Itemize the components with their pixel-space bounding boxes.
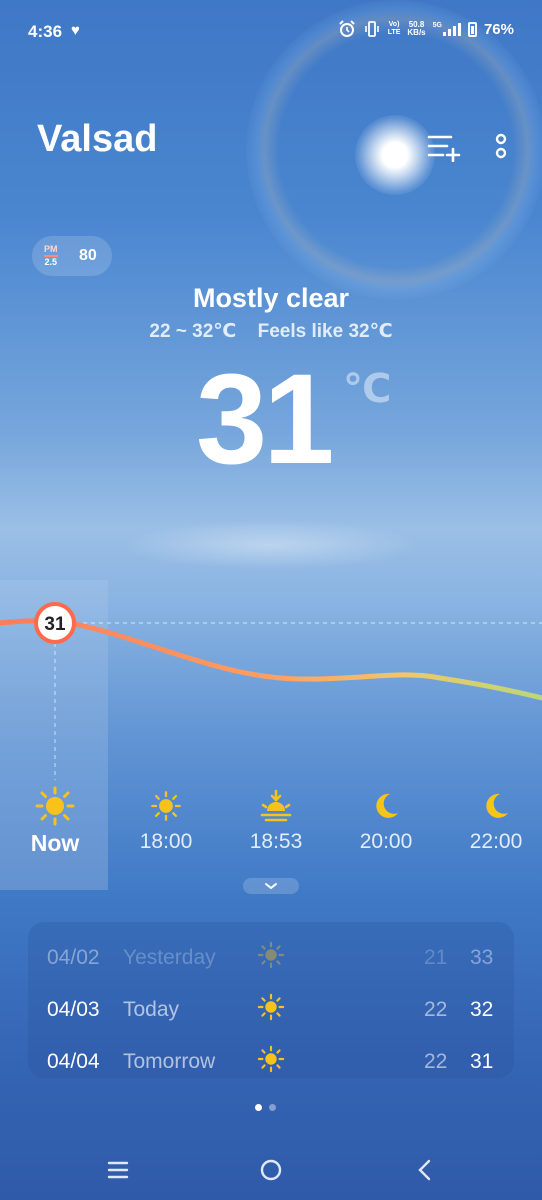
hourly-item-now[interactable]: Now [0, 786, 110, 857]
daily-row-today[interactable]: 04/03 Today 22 32 [28, 988, 514, 1028]
hourly-time: Now [30, 830, 80, 856]
status-bar: 4:36 ♥ Vo) LTE 50.8 KB/s 5G 76% [0, 0, 542, 64]
sun-icon [257, 993, 285, 1021]
battery-icon [467, 21, 477, 37]
city-name[interactable]: Valsad [37, 118, 157, 161]
status-time: 4:36 [28, 22, 63, 41]
hourly-time: 18:53 [249, 830, 303, 853]
temperature-line [0, 618, 542, 701]
daily-low: 21 [424, 946, 448, 969]
sea-glow [120, 520, 420, 570]
temperature-range-row: 22 ~ 32℃ Feels like 32℃ [0, 320, 542, 343]
system-nav-bar [0, 1140, 542, 1200]
chevron-down-icon [265, 883, 277, 890]
more-options-icon[interactable] [491, 131, 511, 161]
daily-day: Yesterday [123, 946, 216, 969]
net-speed: 50.8 KB/s [407, 21, 425, 37]
pm-label-bottom: 2.5 [44, 255, 58, 267]
daily-high: 33 [470, 946, 494, 969]
daily-low: 22 [424, 998, 448, 1021]
sun-icon [257, 1045, 285, 1073]
daily-low: 22 [424, 1050, 448, 1073]
moon-icon [376, 793, 398, 818]
daily-day: Tomorrow [123, 1050, 216, 1073]
manage-cities-icon[interactable] [427, 132, 461, 162]
heart-icon: ♥ [71, 22, 80, 39]
sun-icon [151, 791, 181, 821]
expand-hourly-button[interactable] [243, 878, 299, 894]
daily-forecast-card[interactable]: 04/02 Yesterday 21 33 04/03 Today 22 32 … [28, 922, 514, 1078]
back-icon[interactable] [405, 1152, 445, 1188]
signal-icon [442, 22, 461, 36]
alarm-icon [338, 20, 355, 37]
daily-row-yesterday[interactable]: 04/02 Yesterday 21 33 [28, 936, 514, 976]
recent-apps-icon[interactable] [98, 1152, 138, 1188]
daily-date: 04/04 [47, 1050, 100, 1073]
temperature-unit: ℃ [343, 367, 392, 411]
sun-icon [257, 941, 285, 969]
status-right: Vo) LTE 50.8 KB/s 5G 76% [338, 20, 514, 38]
hourly-item[interactable]: 20:00 [331, 786, 441, 854]
air-quality-badge[interactable]: PM 2.5 80 [32, 236, 112, 276]
lte-label: LTE [387, 29, 401, 36]
daily-date: 04/03 [47, 998, 100, 1021]
feels-like: Feels like 32℃ [257, 321, 393, 342]
hourly-time: 18:00 [139, 830, 193, 853]
hourly-item[interactable]: 22:00 [441, 786, 542, 854]
hourly-time: 20:00 [359, 830, 413, 853]
moon-icon [486, 793, 508, 818]
daily-high: 32 [470, 998, 494, 1021]
current-temperature: 31 [196, 348, 334, 491]
page-dot-active [255, 1104, 262, 1111]
page-indicator [255, 1104, 276, 1111]
daily-high: 31 [470, 1050, 494, 1073]
vibrate-icon [364, 21, 379, 37]
daily-row-tomorrow[interactable]: 04/04 Tomorrow 22 31 [28, 1040, 514, 1080]
sun-icon [35, 786, 75, 826]
pm-label-top: PM [44, 244, 58, 254]
hourly-item[interactable]: 18:00 [111, 786, 221, 854]
weather-condition: Mostly clear [192, 283, 350, 313]
hourly-item[interactable]: 18:53 [221, 786, 331, 854]
pm-value: 80 [79, 247, 97, 264]
hourly-forecast[interactable]: Now 18:00 18:53 20:00 22:00 [0, 786, 542, 866]
network-type: 5G [432, 22, 442, 29]
home-icon[interactable] [251, 1152, 291, 1188]
volte-indicator: Vo) LTE [388, 21, 401, 37]
volte-label: Vo) [388, 21, 400, 28]
sunset-icon [260, 789, 292, 822]
sun-image [355, 115, 435, 195]
hourly-time: 22:00 [469, 830, 523, 853]
pm-label: PM 2.5 [44, 244, 58, 268]
battery-percent: 76% [483, 20, 514, 38]
now-marker-value: 31 [44, 614, 66, 635]
daily-date: 04/02 [47, 946, 100, 969]
hourly-temperature-chart: 31 [0, 602, 542, 780]
speed-unit: KB/s [407, 28, 426, 37]
daily-day: Today [123, 998, 180, 1021]
signal-group: 5G [433, 22, 461, 36]
temp-range: 22 ~ 32℃ [149, 321, 237, 342]
page-dot [269, 1104, 276, 1111]
